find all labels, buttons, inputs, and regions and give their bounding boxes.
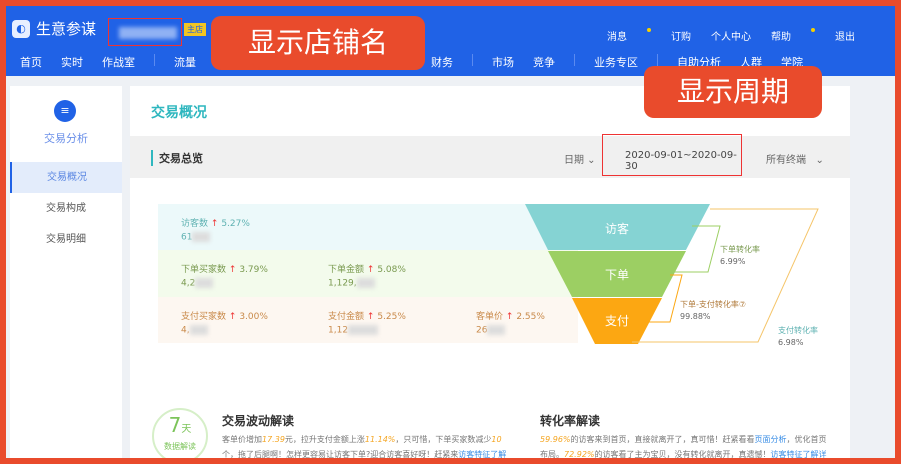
logo-text: 生意参谋 bbox=[36, 20, 97, 38]
sidebar-item-detail[interactable]: 交易明细 bbox=[10, 224, 122, 255]
top-link-1[interactable]: 订购 bbox=[671, 28, 691, 43]
stage-order: 下单 bbox=[605, 268, 629, 282]
nav-item-8[interactable]: 市场 bbox=[492, 54, 514, 70]
nav-divider bbox=[154, 54, 155, 66]
terminal-dropdown[interactable]: 所有终端 ⌄ bbox=[766, 151, 824, 166]
nav-item-1[interactable]: 实时 bbox=[61, 54, 83, 70]
rate-label-1[interactable]: 下单-支付转化率⑦ bbox=[680, 299, 746, 309]
logo[interactable]: ◐ 生意参谋 bbox=[12, 18, 96, 39]
summary-bar: 交易总览 日期 ⌄ 2020-09-01~2020-09-30 所有终端 ⌄ bbox=[130, 134, 850, 178]
nav-item-6[interactable]: 财务 bbox=[431, 54, 453, 70]
terminal-label: 所有终端 bbox=[766, 155, 806, 166]
summary-title: 交易总览 bbox=[151, 150, 203, 166]
page-title: 交易概况 bbox=[151, 105, 207, 121]
funnel: 访客 下单 支付 下单转化率 6.99% 下单-支付转化率⑦ 99.88% 支付… bbox=[525, 204, 819, 347]
top-link-2[interactable]: 个人中心 bbox=[711, 28, 751, 43]
sidebar: ≡ 交易分析 交易概况 交易构成 交易明细 bbox=[10, 86, 122, 458]
rate-value-1: 99.88% bbox=[680, 312, 711, 321]
rate-value-0: 6.99% bbox=[720, 257, 746, 266]
rate-value-2: 6.98% bbox=[778, 338, 804, 347]
notification-dot bbox=[647, 28, 651, 32]
sidebar-item-composition[interactable]: 交易构成 bbox=[10, 193, 122, 224]
stage-pay: 支付 bbox=[605, 314, 629, 328]
nav-item-4[interactable]: 流量 bbox=[174, 54, 196, 70]
compass-icon: ◐ bbox=[12, 19, 30, 38]
metric-visitors: 访客数 ↑ 5.27% 61 bbox=[181, 219, 250, 243]
stage-visit: 访客 bbox=[605, 221, 629, 236]
order-row: 下单买家数 ↑ 3.79% 4,2 下单金额 ↑ 5.08% 1,129, bbox=[158, 250, 578, 297]
sidebar-section: 交易分析 bbox=[44, 132, 88, 145]
callout-shop-name: 显示店铺名 bbox=[211, 16, 425, 70]
pay-row: 支付买家数 ↑ 3.00% 4, 支付金额 ↑ 5.25% 1,12 客单价 ↑ 2… bbox=[158, 297, 578, 343]
rate-label-2: 支付转化率 bbox=[778, 325, 818, 335]
metric-order-buyers: 下单买家数 ↑ 3.79% 4,2 bbox=[181, 265, 268, 289]
nav-item-11[interactable]: 业务专区 bbox=[594, 54, 638, 70]
nav-item-0[interactable]: 首页 bbox=[20, 54, 42, 70]
nav-item-9[interactable]: 竞争 bbox=[533, 54, 555, 70]
page-analysis-link[interactable]: 页面分析 bbox=[755, 435, 787, 444]
trade-icon: ≡ bbox=[54, 100, 76, 122]
rate-label-0: 下单转化率 bbox=[720, 244, 760, 254]
nav-divider bbox=[657, 54, 658, 66]
metric-order-amount: 下单金额 ↑ 5.08% 1,129, bbox=[328, 265, 406, 289]
shop-name[interactable] bbox=[108, 18, 182, 46]
seven-day-badge: 7天 数据解读 bbox=[152, 408, 208, 458]
metric-pay-buyers: 支付买家数 ↑ 3.00% 4, bbox=[181, 312, 268, 336]
shop-badge: 主店 bbox=[184, 23, 206, 36]
nav-divider bbox=[472, 54, 473, 66]
top-link-0[interactable]: 消息 bbox=[607, 28, 627, 43]
date-dropdown[interactable]: 日期 ⌄ bbox=[564, 151, 596, 166]
callout-period: 显示周期 bbox=[644, 66, 822, 118]
date-label: 日期 bbox=[564, 155, 584, 166]
main-panel: 交易概况 交易总览 日期 ⌄ 2020-09-01~2020-09-30 所有终… bbox=[130, 86, 850, 458]
blurred-shop-name bbox=[119, 27, 177, 39]
sidebar-item-overview[interactable]: 交易概况 bbox=[10, 162, 122, 193]
date-range[interactable]: 2020-09-01~2020-09-30 bbox=[602, 134, 742, 176]
top-link-4[interactable]: 退出 bbox=[835, 28, 855, 43]
metric-pay-amount: 支付金额 ↑ 5.25% 1,12 bbox=[328, 312, 406, 336]
top-links: 消息 订购 个人中心 帮助 退出 bbox=[607, 28, 855, 43]
visitor-row: 访客数 ↑ 5.27% 61 bbox=[158, 204, 578, 250]
top-link-3[interactable]: 帮助 bbox=[771, 28, 791, 43]
nav-divider bbox=[574, 54, 575, 66]
app-window: ◐生意参谋 主店 消息订购个人中心帮助退出 首页实时作战室流量品财务市场竞争业务… bbox=[6, 6, 895, 458]
notification-dot bbox=[811, 28, 815, 32]
conversion-analysis: 转化率解读 59.96%的访客来到首页，直接就离开了，真可惜！赶紧看看页面分析，… bbox=[540, 414, 830, 458]
trade-fluctuation-analysis: 交易波动解读 客单价增加17.39元，拉升支付金额上涨11.14%，只可惜，下单… bbox=[222, 414, 512, 458]
nav-item-2[interactable]: 作战室 bbox=[102, 54, 135, 70]
